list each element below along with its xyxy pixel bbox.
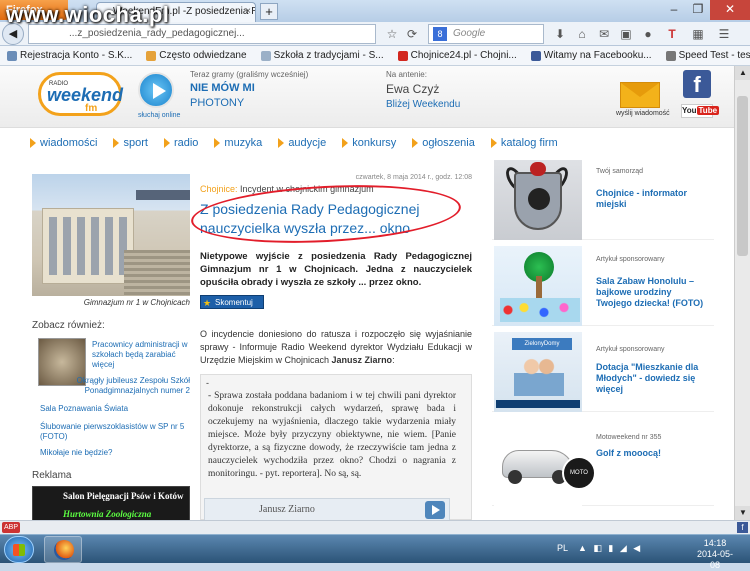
search-input[interactable]: 8 Google bbox=[428, 24, 544, 44]
bookmark-item[interactable]: Szkoła z tradycjami - S... bbox=[254, 50, 391, 61]
now-playing-artist: PHOTONY bbox=[190, 97, 245, 109]
windows-taskbar: PL ▲ ◧ ▮ ◢ ◀ 14:18 2014-05-08 bbox=[0, 534, 750, 570]
bookmarks-toolbar: Rejestracja Konto - S.K... Często odwied… bbox=[0, 46, 750, 66]
bookmark-item[interactable]: Speed Test - test prędk... bbox=[659, 50, 750, 61]
addon-icon[interactable]: ▣ bbox=[618, 26, 634, 42]
ad-banner[interactable]: Salon Pielęgnacji Psów i Kotów Hurtownia… bbox=[32, 486, 190, 520]
window-controls: – ❐ ✕ bbox=[662, 0, 750, 20]
bookmark-favicon-icon bbox=[665, 50, 676, 61]
page-scrollbar[interactable]: ▲ ▼ bbox=[734, 66, 750, 520]
system-clock[interactable]: 14:18 2014-05-08 bbox=[692, 538, 738, 571]
addon-icon[interactable]: ✉ bbox=[596, 26, 612, 42]
youtube-icon[interactable]: You Tube bbox=[681, 104, 720, 118]
new-tab-button[interactable]: + bbox=[260, 3, 278, 20]
bookmark-favicon-icon bbox=[7, 50, 17, 61]
scroll-up-icon[interactable]: ▲ bbox=[735, 66, 750, 80]
close-icon[interactable]: ✕ bbox=[710, 0, 750, 20]
reload-icon[interactable]: ⟳ bbox=[404, 26, 420, 42]
minimize-icon[interactable]: – bbox=[662, 0, 686, 20]
bookmark-item[interactable]: Witamy na Facebooku... bbox=[524, 50, 659, 61]
see-also-link[interactable]: Okrągły jubileusz Zespołu Szkół Ponadgim… bbox=[40, 376, 190, 396]
listen-online-label[interactable]: słuchaj online bbox=[138, 112, 180, 119]
radio-weekend-logo[interactable]: RADIO weekend fm bbox=[38, 72, 123, 116]
bookmark-star-icon[interactable]: ☆ bbox=[384, 26, 400, 42]
menu-item-radio[interactable]: radio bbox=[164, 137, 198, 149]
photo-caption: Gimnazjum nr 1 w Chojnicach bbox=[83, 298, 190, 307]
main-menu: wiadomości sport radio muzyka audycje ko… bbox=[30, 134, 714, 152]
car-image: MOTO bbox=[494, 426, 596, 506]
site-header: RADIO weekend fm słuchaj online Teraz gr… bbox=[0, 66, 734, 128]
on-air-show-link[interactable]: Bliżej Weekendu bbox=[386, 99, 460, 110]
article-body: O incydencie doniesiono do ratusza i roz… bbox=[200, 329, 472, 365]
audio-label: Janusz Ziarno bbox=[259, 504, 315, 515]
menu-item-wiadomosci[interactable]: wiadomości bbox=[30, 137, 97, 149]
play-icon[interactable] bbox=[425, 501, 445, 519]
bookmark-favicon-icon bbox=[146, 50, 157, 61]
menu-item-ogloszenia[interactable]: ogłoszenia bbox=[412, 137, 475, 149]
menu-item-sport[interactable]: sport bbox=[113, 137, 147, 149]
city-crest-image bbox=[494, 160, 582, 240]
article-date: czwartek, 8 maja 2014 r., godz. 12:08 bbox=[355, 174, 472, 181]
scroll-down-icon[interactable]: ▼ bbox=[735, 506, 750, 520]
housing-ad-image: ZielonyDomy bbox=[494, 332, 582, 412]
article-photo[interactable] bbox=[32, 174, 190, 296]
article-lead: Nietypowe wyjście z posiedzenia Rady Ped… bbox=[200, 251, 472, 288]
tab-close-icon[interactable]: × bbox=[245, 3, 251, 21]
addon-bar: ABP f bbox=[0, 520, 750, 534]
facebook-icon[interactable]: f bbox=[737, 522, 748, 533]
system-tray-icons[interactable]: ▲ ◧ ▮ ◢ ◀ bbox=[578, 543, 642, 554]
search-placeholder: Google bbox=[453, 28, 486, 39]
send-message-link[interactable]: wyślij wiadomość bbox=[616, 110, 670, 117]
sidebar-tile[interactable]: ZielonyDomy Artykuł sponsorowany Dotacja… bbox=[492, 332, 714, 412]
sidebar-tile[interactable]: MOTO Motoweekend nr 355 Golf z mooocą! bbox=[492, 426, 714, 506]
sidebar-tile[interactable]: Twój samorząd Chojnice - informator miej… bbox=[492, 160, 714, 240]
menu-item-konkursy[interactable]: konkursy bbox=[342, 137, 396, 149]
audio-player: Janusz Ziarno bbox=[204, 498, 450, 520]
playground-image bbox=[494, 246, 582, 326]
start-button[interactable] bbox=[4, 536, 34, 563]
ad-line: Hurtownia Zoologiczna bbox=[63, 509, 152, 519]
now-playing-title: NIE MÓW MI bbox=[190, 82, 255, 94]
facebook-icon[interactable]: f bbox=[683, 70, 711, 98]
google-icon: 8 bbox=[433, 27, 447, 41]
language-indicator[interactable]: PL bbox=[557, 543, 568, 553]
see-also-heading: Zobacz również: bbox=[32, 320, 105, 331]
bookmark-favicon-icon bbox=[397, 50, 408, 61]
bookmark-favicon-icon bbox=[260, 50, 271, 61]
maximize-icon[interactable]: ❐ bbox=[686, 0, 710, 20]
firefox-taskbar-icon[interactable] bbox=[44, 536, 82, 563]
translate-icon[interactable]: T bbox=[664, 26, 680, 42]
see-also-link[interactable]: Ślubowanie pierwszoklasistów w SP nr 5 (… bbox=[40, 422, 190, 442]
watermark-logo: www.wiocha.pl bbox=[6, 2, 170, 27]
on-air-label: Na antenie: bbox=[386, 70, 427, 79]
ad-line: Salon Pielęgnacji Psów i Kotów bbox=[63, 491, 184, 501]
web-page: RADIO weekend fm słuchaj online Teraz gr… bbox=[0, 66, 750, 520]
see-also-link[interactable]: Pracownicy administracji w szkołach będą… bbox=[92, 340, 188, 370]
facebook-icon bbox=[530, 50, 541, 61]
play-icon[interactable] bbox=[138, 72, 174, 108]
addon-icon[interactable]: ● bbox=[640, 26, 656, 42]
mail-icon[interactable] bbox=[620, 82, 660, 108]
see-also-link[interactable]: Mikołaje nie będzie? bbox=[40, 448, 190, 458]
downloads-icon[interactable]: ⬇ bbox=[552, 26, 568, 42]
adblock-icon[interactable]: ABP bbox=[2, 522, 20, 533]
addon-icon[interactable]: ▦ bbox=[690, 26, 706, 42]
bookmark-item[interactable]: Chojnice24.pl - Chojni... bbox=[391, 50, 524, 61]
home-icon[interactable]: ⌂ bbox=[574, 26, 590, 42]
comment-button[interactable]: Skomentuj bbox=[200, 295, 264, 310]
see-also-link[interactable]: Sala Poznawania Świata bbox=[40, 404, 190, 414]
bookmark-item[interactable]: Rejestracja Konto - S.K... bbox=[0, 50, 139, 61]
menu-item-katalog-firm[interactable]: katalog firm bbox=[491, 137, 558, 149]
on-air-host: Ewa Czyż bbox=[386, 82, 440, 96]
menu-icon[interactable]: ☰ bbox=[716, 26, 732, 42]
bookmark-item[interactable]: Często odwiedzane bbox=[139, 50, 253, 61]
ads-heading: Reklama bbox=[32, 470, 72, 481]
menu-item-audycje[interactable]: audycje bbox=[278, 137, 326, 149]
scroll-thumb[interactable] bbox=[737, 96, 748, 256]
article-quote: - Sprawa została poddana badaniom i w te… bbox=[208, 391, 456, 479]
quote-dash: - bbox=[206, 378, 209, 388]
now-playing-label: Teraz gramy (graliśmy wcześniej) bbox=[190, 70, 309, 79]
sidebar-tile[interactable]: Artykuł sponsorowany Sala Zabaw Honolulu… bbox=[492, 246, 714, 326]
menu-item-muzyka[interactable]: muzyka bbox=[214, 137, 262, 149]
